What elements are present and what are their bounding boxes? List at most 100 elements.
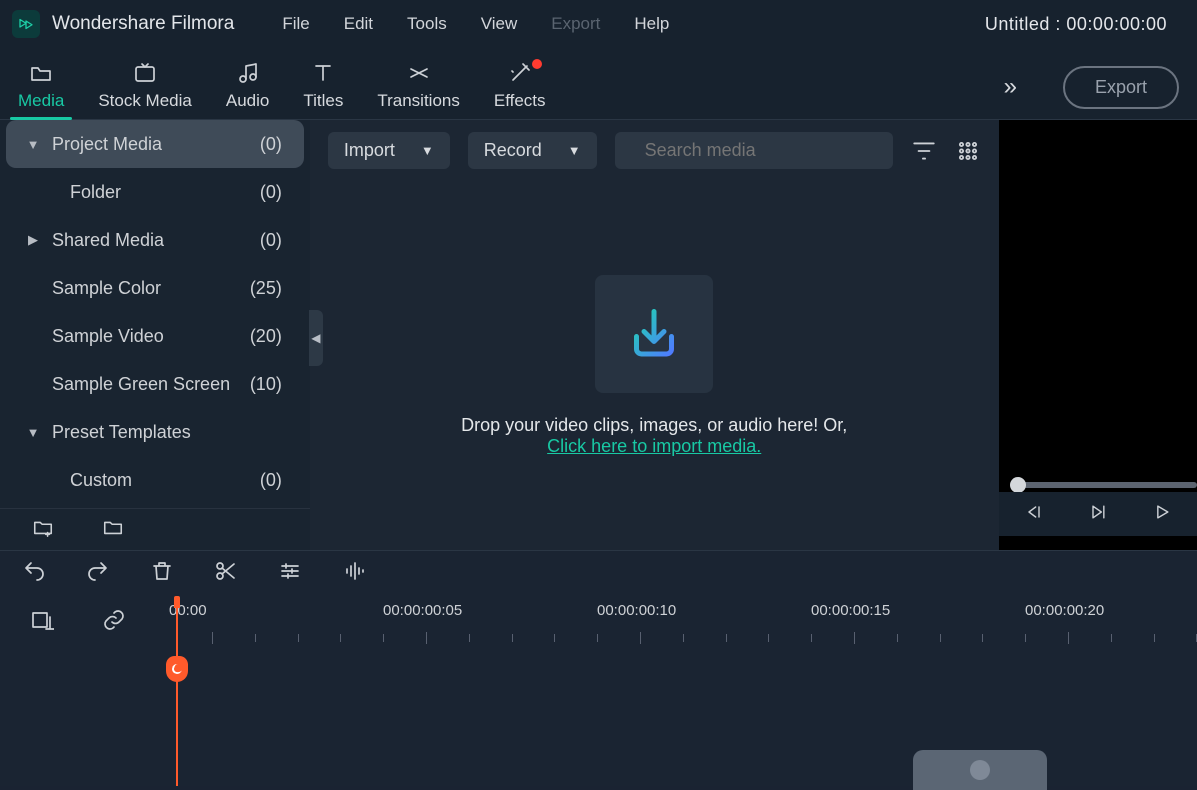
grid-view-icon[interactable] — [955, 138, 981, 164]
menu-bar: Wondershare Filmora File Edit Tools View… — [0, 0, 1197, 48]
expand-arrow-icon: ▼ — [24, 425, 42, 440]
tool-tabs: Media Stock Media Audio Titles Transitio… — [0, 48, 1197, 120]
playhead-knob[interactable] — [166, 656, 188, 682]
document-title: Untitled : 00:00:00:00 — [985, 14, 1185, 35]
tab-audio[interactable]: Audio — [226, 61, 269, 119]
record-dropdown[interactable]: Record ▼ — [468, 132, 597, 169]
new-folder-plus-icon[interactable] — [32, 516, 54, 543]
folder-icon — [29, 61, 53, 85]
tab-label: Audio — [226, 91, 269, 111]
audio-mixer-button[interactable] — [342, 559, 366, 588]
sidebar-item-preset-templates[interactable]: ▼ Preset Templates — [6, 408, 304, 456]
sidebar-item-count: (0) — [238, 230, 282, 251]
sidebar-item-label: Sample Green Screen — [52, 374, 238, 395]
more-tabs-button[interactable]: » — [992, 67, 1029, 107]
text-icon — [311, 61, 335, 85]
sidebar-item-label: Sample Color — [52, 278, 238, 299]
link-button[interactable] — [102, 608, 126, 637]
tab-media[interactable]: Media — [18, 61, 64, 119]
timecode-label: 00:00:00:20 — [1025, 602, 1104, 619]
expand-arrow-icon: ▶ — [24, 232, 42, 248]
new-folder-icon[interactable] — [102, 516, 124, 543]
sidebar-item-sample-green-screen[interactable]: Sample Green Screen(10) — [6, 360, 304, 408]
tab-effects[interactable]: Effects — [494, 61, 546, 119]
import-dropdown[interactable]: Import ▼ — [328, 132, 450, 169]
record-label: Record — [484, 140, 542, 161]
sidebar-item-folder[interactable]: Folder(0) — [6, 168, 304, 216]
tab-titles[interactable]: Titles — [303, 61, 343, 119]
sidebar-item-sample-video[interactable]: Sample Video(20) — [6, 312, 304, 360]
transition-icon — [407, 61, 431, 85]
tab-transitions[interactable]: Transitions — [377, 61, 460, 119]
download-icon — [624, 304, 684, 364]
chevron-down-icon: ▼ — [421, 143, 434, 158]
drop-text: Drop your video clips, images, or audio … — [461, 415, 847, 457]
play-step-button[interactable] — [1088, 502, 1108, 527]
filter-icon[interactable] — [911, 138, 937, 164]
media-sidebar: ▼Project Media(0)Folder(0)▶Shared Media(… — [0, 120, 310, 550]
media-pane: ◀ Import ▼ Record ▼ — [310, 120, 999, 550]
sidebar-item-label: Custom — [70, 470, 238, 491]
tab-label: Media — [18, 91, 64, 111]
tab-label: Effects — [494, 91, 546, 111]
export-button[interactable]: Export — [1063, 66, 1179, 109]
adjust-button[interactable] — [278, 559, 302, 588]
sidebar-item-count: (10) — [238, 374, 282, 395]
sidebar-collapse-handle[interactable]: ◀ — [309, 310, 323, 366]
menu-file[interactable]: File — [268, 8, 323, 40]
menu-export: Export — [537, 8, 614, 40]
timecode-label: 00:00:00:15 — [811, 602, 890, 619]
magic-icon — [508, 61, 532, 85]
preview-pane — [999, 120, 1197, 550]
sidebar-item-shared-media[interactable]: ▶ Shared Media(0) — [6, 216, 304, 264]
sidebar-footer — [0, 508, 310, 550]
expand-arrow-icon: ▼ — [24, 137, 42, 152]
tab-label: Stock Media — [98, 91, 192, 111]
sidebar-item-label: Folder — [70, 182, 238, 203]
menu-tools[interactable]: Tools — [393, 8, 461, 40]
undo-button[interactable] — [22, 559, 46, 588]
menu-view[interactable]: View — [467, 8, 532, 40]
split-button[interactable] — [214, 559, 238, 588]
sidebar-item-label: Shared Media — [52, 230, 238, 251]
stock-icon — [133, 61, 157, 85]
tab-stock-media[interactable]: Stock Media — [98, 61, 192, 119]
sidebar-item-label: Project Media — [52, 134, 238, 155]
app-logo — [12, 10, 40, 38]
prev-frame-button[interactable] — [1024, 502, 1044, 527]
timeline-toolbar — [0, 550, 1197, 596]
tab-label: Transitions — [377, 91, 460, 111]
timecode-label: 00:00:00:10 — [597, 602, 676, 619]
add-track-button[interactable] — [30, 608, 54, 637]
menu-help[interactable]: Help — [620, 8, 683, 40]
sidebar-item-project-media[interactable]: ▼ Project Media(0) — [6, 120, 304, 168]
import-label: Import — [344, 140, 395, 161]
sidebar-item-sample-color[interactable]: Sample Color(25) — [6, 264, 304, 312]
preview-seek-slider[interactable] — [1013, 482, 1197, 488]
sidebar-item-custom[interactable]: Custom(0) — [6, 456, 304, 504]
media-drop-zone[interactable]: Drop your video clips, images, or audio … — [310, 181, 999, 550]
search-media[interactable] — [615, 132, 893, 169]
delete-button[interactable] — [150, 559, 174, 588]
playhead[interactable] — [176, 596, 178, 786]
sidebar-item-label: Preset Templates — [52, 422, 238, 443]
redo-button[interactable] — [86, 559, 110, 588]
play-button[interactable] — [1152, 502, 1172, 527]
sidebar-item-count: (20) — [238, 326, 282, 347]
import-link[interactable]: Click here to import media. — [547, 436, 761, 456]
sidebar-item-count: (0) — [238, 182, 282, 203]
clip-placeholder — [913, 750, 1047, 790]
sidebar-item-count: (25) — [238, 278, 282, 299]
chevron-down-icon: ▼ — [568, 143, 581, 158]
preview-controls — [999, 492, 1197, 536]
logo-icon — [17, 15, 35, 33]
sidebar-item-count: (0) — [238, 470, 282, 491]
slider-knob[interactable] — [1010, 477, 1026, 493]
sidebar-item-count: (0) — [238, 134, 282, 155]
search-input[interactable] — [645, 140, 877, 161]
sidebar-item-label: Sample Video — [52, 326, 238, 347]
import-icon-box — [595, 275, 713, 393]
notification-dot — [532, 59, 542, 69]
app-title: Wondershare Filmora — [52, 13, 234, 35]
menu-edit[interactable]: Edit — [330, 8, 387, 40]
